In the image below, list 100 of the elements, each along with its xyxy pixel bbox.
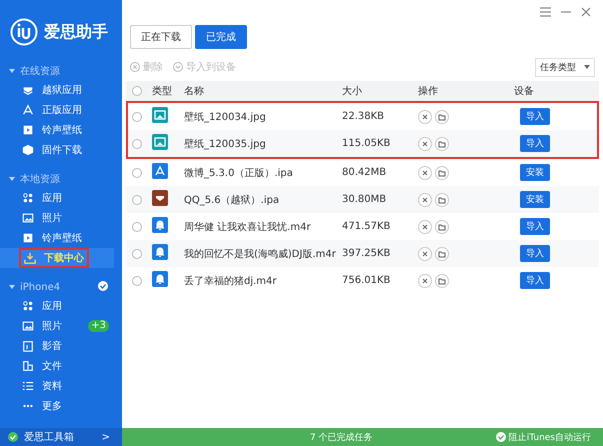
bell-icon (152, 271, 168, 287)
bell-icon (152, 217, 168, 233)
file-row[interactable]: 周华健 让我欢喜让我忧.m4r 471.57KB 导入 (126, 213, 599, 240)
picture-icon (22, 320, 34, 332)
action-button[interactable]: 导入 (520, 218, 550, 235)
sidebar-item[interactable]: 越狱应用 (0, 80, 114, 100)
column-header: 操作 (418, 85, 439, 98)
action-button[interactable]: 导入 (520, 272, 550, 289)
sidebar-item[interactable]: 铃声壁纸 (0, 228, 114, 248)
document-icon (22, 360, 34, 372)
file-name: 周华健 让我欢喜让我忧.m4r (184, 220, 312, 234)
play-square-icon (22, 124, 34, 136)
sidebar-item[interactable]: 固件下载 (0, 140, 114, 160)
caret-icon[interactable] (9, 284, 15, 290)
action-button[interactable]: 导入 (520, 135, 550, 152)
row-radio[interactable] (132, 194, 142, 204)
sidebar-item[interactable]: 下载中心 (0, 248, 114, 268)
file-size: 471.57KB (342, 221, 392, 232)
itunes-option-label[interactable]: 阻止iTunes自动运行 (508, 430, 591, 444)
caret-icon (584, 64, 590, 70)
letter-a-icon (152, 163, 168, 179)
folder-icon[interactable] (435, 166, 449, 180)
sidebar-item[interactable]: 影音 (0, 336, 114, 356)
file-name: 我的回忆不是我(海鸣威)DJ版.m4r (184, 248, 337, 260)
caret-icon[interactable] (9, 68, 15, 74)
row-radio[interactable] (132, 248, 142, 258)
letter-a-icon (22, 104, 34, 116)
file-row[interactable]: 微博_5.3.0（正版）.ipa 80.42MB 安装 (126, 159, 599, 186)
chevron-icon: > (102, 432, 110, 442)
grid-icon (22, 192, 34, 204)
sidebar-item[interactable]: 应用 (0, 188, 114, 208)
row-radio[interactable] (132, 138, 142, 148)
close-icon[interactable] (418, 192, 432, 206)
file-row[interactable]: QQ_5.6（越狱）.ipa 30.80MB 安装 (126, 186, 599, 213)
file-row[interactable]: 我的回忆不是我(海鸣威)DJ版.m4r 397.25KB 导入 (126, 240, 599, 267)
close-icon[interactable] (418, 110, 432, 124)
close-icon (130, 62, 140, 72)
sidebar-item[interactable]: 更多 (0, 396, 114, 416)
toolbox-bar[interactable]: 爱思工具箱 > (0, 428, 122, 446)
file-name: 壁纸_120035.jpg (184, 138, 267, 150)
sidebar-item[interactable]: 资料 (0, 376, 114, 396)
sidebar-item[interactable]: 照片 (0, 208, 114, 228)
close-icon[interactable] (418, 166, 432, 180)
file-name: 微博_5.3.0（正版）.ipa (184, 166, 294, 180)
file-row[interactable]: 壁纸_120035.jpg 115.05KB 导入 (126, 130, 599, 159)
cube-icon (22, 144, 34, 156)
picture-icon (152, 107, 168, 123)
close-icon[interactable] (418, 246, 432, 260)
action-button[interactable]: 导入 (520, 108, 550, 125)
task-type-dropdown[interactable]: 任务类型 (535, 58, 595, 76)
column-header: 大小 (342, 84, 363, 98)
column-header: 名称 (184, 85, 205, 98)
file-row[interactable]: 丢了幸福的猪dj.m4r 756.01KB 导入 (126, 267, 599, 294)
close-icon[interactable] (418, 220, 432, 234)
close-icon[interactable] (418, 274, 432, 288)
folder-icon[interactable] (435, 246, 449, 260)
folder-icon[interactable] (435, 274, 449, 288)
sidebar-item[interactable]: 照片 +3 (0, 316, 114, 336)
task-count: 7 个已完成任务 (310, 432, 373, 444)
action-button[interactable]: 导入 (520, 245, 550, 262)
list-icon (22, 380, 34, 392)
row-radio[interactable] (132, 222, 142, 232)
sidebar-item[interactable]: 文件 (0, 356, 114, 376)
menu-icon[interactable] (540, 7, 551, 17)
folder-icon[interactable] (435, 192, 449, 206)
bell-icon (152, 244, 168, 260)
file-size: 22.38KB (342, 111, 386, 122)
sidebar-item[interactable]: 正版应用 (0, 100, 114, 120)
sidebar-item[interactable]: 铃声壁纸 (0, 120, 114, 140)
check-circle-icon (173, 62, 183, 72)
picture-icon (22, 212, 34, 224)
folder-icon[interactable] (435, 220, 449, 234)
folder-icon[interactable] (435, 110, 449, 124)
action-button[interactable]: 安装 (520, 191, 550, 208)
file-name: QQ_5.6（越狱）.ipa (184, 194, 280, 206)
tab[interactable]: 正在下载 (130, 25, 192, 49)
column-header: 设备 (514, 85, 535, 98)
file-size: 397.25KB (342, 248, 392, 259)
picture-icon (152, 134, 168, 150)
logo-icon (10, 18, 38, 46)
app-title: 爱思助手 (44, 22, 108, 42)
folder-icon[interactable] (435, 136, 449, 150)
section-header[interactable]: iPhone4 (20, 282, 60, 292)
select-all-radio[interactable] (132, 86, 142, 96)
section-header[interactable]: 在线资源 (20, 64, 60, 78)
row-radio[interactable] (132, 276, 142, 286)
row-radio[interactable] (132, 112, 142, 122)
file-name: 丢了幸福的猪dj.m4r (184, 274, 278, 288)
close-icon[interactable] (581, 7, 591, 17)
close-icon[interactable] (418, 136, 432, 150)
check-circle-icon (8, 432, 18, 442)
file-size: 30.80MB (342, 194, 388, 205)
section-header[interactable]: 本地资源 (20, 172, 60, 186)
tab[interactable]: 已完成 (195, 25, 247, 49)
sidebar-item[interactable]: 应用 (0, 296, 114, 316)
action-button[interactable]: 安装 (520, 164, 550, 181)
row-radio[interactable] (132, 168, 142, 178)
file-size: 756.01KB (342, 275, 392, 286)
caret-icon[interactable] (9, 176, 15, 182)
checkbox[interactable] (496, 432, 506, 442)
